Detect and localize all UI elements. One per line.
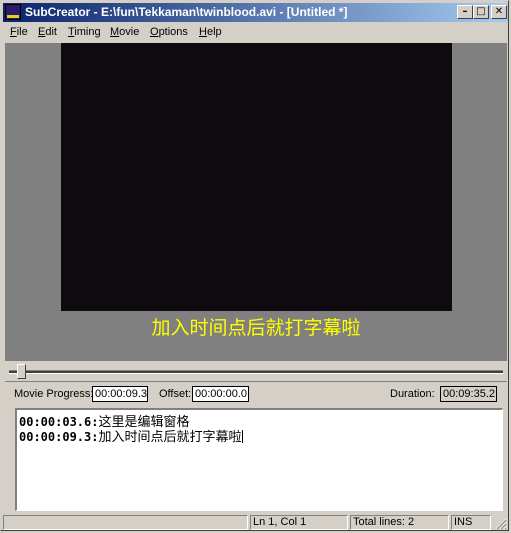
duration-label: Duration: — [390, 388, 435, 400]
resize-grip-icon[interactable] — [495, 518, 507, 530]
menu-bar: File Edit Timing Movie Options Help — [3, 24, 508, 42]
offset-label: Offset: — [159, 388, 192, 400]
editor-line[interactable]: 00:00:03.6:这里是编辑窗格 — [19, 414, 500, 430]
maximize-button[interactable]: □ — [473, 5, 489, 19]
subtitle-overlay: 加入时间点后就打字幕啦 — [151, 317, 361, 339]
seek-slider[interactable] — [5, 363, 507, 382]
menu-edit[interactable]: Edit — [38, 26, 57, 38]
duration-field: 00:09:35.2 — [440, 386, 497, 402]
app-window: SubCreator - E:\fun\Tekkaman\twinblood.a… — [0, 0, 509, 531]
menu-help[interactable]: Help — [199, 26, 222, 38]
close-button[interactable]: ✕ — [491, 5, 507, 19]
status-pane-main — [3, 515, 248, 530]
movie-progress-field[interactable]: 00:00:09.3 — [92, 386, 148, 402]
video-frame[interactable] — [61, 43, 452, 311]
maximize-icon: □ — [476, 6, 486, 17]
subtitle-editor[interactable]: 00:00:03.6:这里是编辑窗格 00:00:09.3:加入时间点后就打字幕… — [15, 408, 503, 511]
seek-thumb[interactable] — [16, 364, 26, 379]
app-icon[interactable] — [5, 4, 21, 20]
minimize-button[interactable]: – — [457, 5, 473, 19]
menu-timing[interactable]: Timing — [68, 26, 101, 38]
line-text: 加入时间点后就打字幕啦 — [98, 430, 242, 445]
line-timestamp: 00:00:09.3: — [19, 430, 99, 444]
info-row: Movie Progress: 00:00:09.3 Offset: 00:00… — [1, 385, 511, 405]
menu-file[interactable]: File — [10, 26, 28, 38]
close-icon: ✕ — [494, 6, 504, 17]
status-bar: Ln 1, Col 1 Total lines: 2 INS — [3, 514, 508, 531]
minimize-icon: – — [462, 6, 468, 17]
status-mode: INS — [451, 515, 491, 530]
video-area[interactable]: 加入时间点后就打字幕啦 — [5, 43, 507, 361]
line-text: 这里是编辑窗格 — [98, 415, 190, 430]
seek-track[interactable] — [9, 370, 503, 374]
status-position: Ln 1, Col 1 — [250, 515, 348, 530]
line-timestamp: 00:00:03.6: — [19, 415, 99, 429]
divider — [5, 381, 507, 382]
menu-movie[interactable]: Movie — [110, 26, 139, 38]
editor-line[interactable]: 00:00:09.3:加入时间点后就打字幕啦 — [19, 429, 500, 445]
title-bar[interactable]: SubCreator - E:\fun\Tekkaman\twinblood.a… — [3, 3, 508, 22]
offset-field[interactable]: 00:00:00.0 — [192, 386, 249, 402]
text-caret — [241, 430, 243, 443]
movie-progress-label: Movie Progress: — [14, 388, 94, 400]
menu-options[interactable]: Options — [150, 26, 188, 38]
status-total-lines: Total lines: 2 — [350, 515, 449, 530]
window-title: SubCreator - E:\fun\Tekkaman\twinblood.a… — [25, 5, 348, 19]
